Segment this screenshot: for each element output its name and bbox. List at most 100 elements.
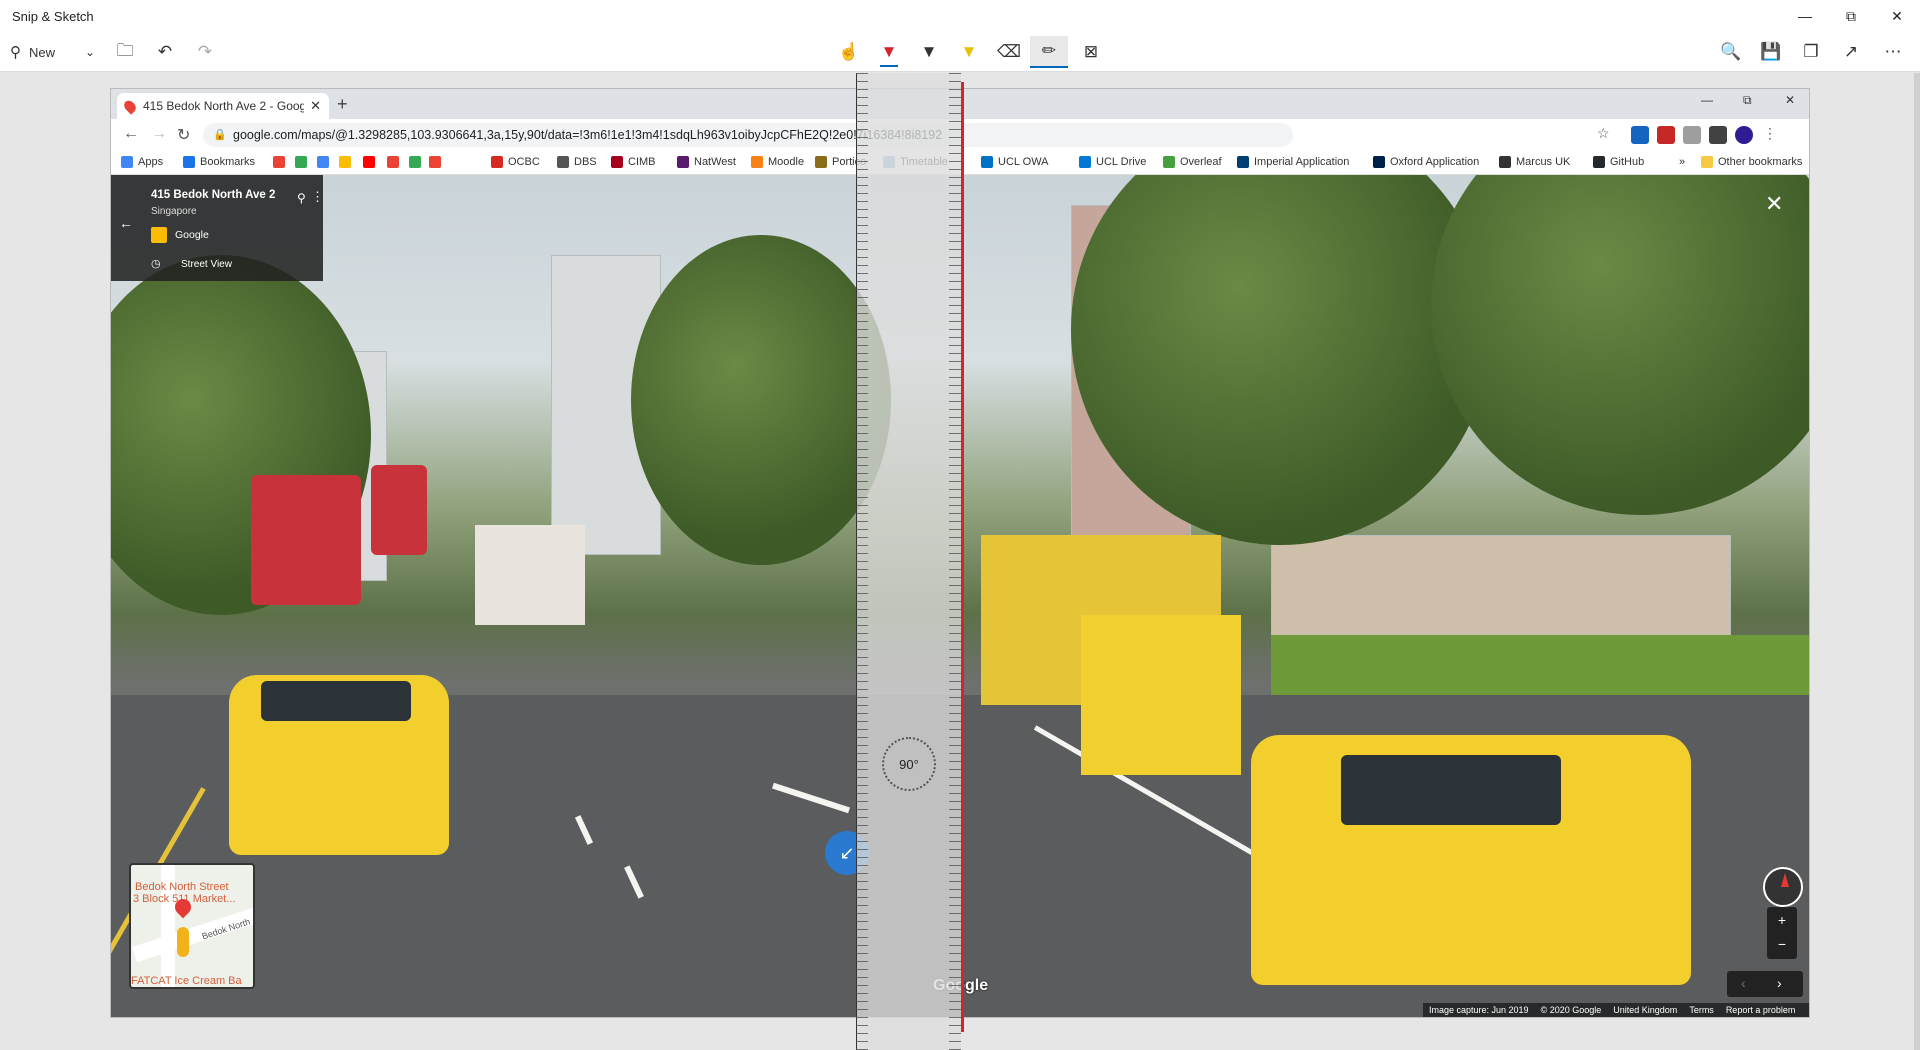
app-title: Snip & Sketch [12,8,94,24]
extension-generic-icon[interactable] [1683,126,1701,144]
chevron-down-icon[interactable]: ⌄ [80,36,100,68]
eraser-icon[interactable]: ⌫ [994,36,1024,68]
profile-avatar-icon[interactable] [1735,126,1753,144]
delivery-truck [475,525,585,625]
bookmark-favicon-icon [1373,156,1385,168]
zoom-in-icon[interactable]: + [1767,907,1797,933]
bookmark-label: UCL Drive [1096,156,1147,168]
other-bookmarks-label: Other bookmarks [1718,156,1803,168]
bookmark-item[interactable] [339,156,356,168]
bookmark-item[interactable] [363,156,380,168]
tab-maps[interactable]: 415 Bedok North Ave 2 - Google ✕ [117,93,329,119]
chrome-restore-icon[interactable]: ⧉ [1743,93,1752,108]
minimize-icon[interactable]: — [1782,0,1828,32]
redo-icon[interactable]: ↷ [192,36,218,68]
bookmark-favicon-icon [387,156,399,168]
map-label: Bedok North Street [135,881,229,893]
ballpoint-pen-icon[interactable]: ▼ [874,36,904,68]
bookmark-item[interactable]: Imperial Application [1237,156,1349,168]
bookmark-item[interactable] [295,156,312,168]
previous-image-icon[interactable]: ‹ [1741,975,1746,991]
new-tab-icon[interactable]: + [337,94,348,115]
bookmark-item[interactable]: Marcus UK [1499,156,1570,168]
copy-icon[interactable]: ❐ [1798,36,1824,68]
forward-icon[interactable]: → [151,125,167,143]
chrome-menu-icon[interactable]: ⋮ [1763,125,1777,142]
touch-writing-icon[interactable]: ☝ [836,36,862,68]
vertical-scrollbar[interactable] [1914,73,1920,1050]
bookmark-item[interactable]: Moodle [751,156,804,168]
ruler-ticks-right [949,73,961,1050]
highlighter-icon[interactable]: ▼ [954,36,984,68]
bookmark-item[interactable] [409,156,426,168]
bookmark-favicon-icon [815,156,827,168]
close-street-view-icon[interactable]: ✕ [1765,191,1783,217]
restore-icon[interactable]: ⧉ [1828,0,1874,32]
next-image-icon[interactable]: › [1777,975,1782,991]
ruler-tool[interactable]: 90° [856,73,961,1050]
app-titlebar: Snip & Sketch — ⧉ ✕ [0,0,1920,32]
taxi-windscreen [1341,755,1561,825]
zoom-icon[interactable]: 🔍 [1718,36,1744,68]
reload-icon[interactable]: ↻ [177,125,190,145]
more-icon[interactable]: ⋯ [1880,36,1906,68]
bookmark-label: Overleaf [1180,156,1222,168]
new-snip-button[interactable]: ⚲ New [10,36,72,68]
report-problem-link[interactable]: Report a problem [1726,1005,1796,1015]
bookmark-item[interactable]: GitHub [1593,156,1644,168]
bookmark-item[interactable] [387,156,404,168]
chrome-close-icon[interactable]: ✕ [1785,93,1795,107]
tab-close-icon[interactable]: ✕ [310,98,321,114]
ruler-angle-readout[interactable]: 90° [882,737,936,791]
bookmark-item[interactable]: Oxford Application [1373,156,1479,168]
crop-icon[interactable]: ⊠ [1076,36,1106,68]
undo-icon[interactable]: ↶ [152,36,178,68]
bookmark-favicon-icon [363,156,375,168]
share-icon[interactable]: ↗ [1838,36,1864,68]
bookmark-item[interactable]: UCL OWA [981,156,1049,168]
copyright: © 2020 Google [1540,1005,1602,1015]
location-pin-icon[interactable]: ⚲ [297,191,306,205]
maps-pin-icon [121,97,139,115]
terms-link[interactable]: Terms [1689,1005,1714,1015]
zoom-out-icon[interactable]: − [1767,933,1797,959]
chrome-minimize-icon[interactable]: — [1701,93,1713,107]
bookmark-item[interactable]: UCL Drive [1079,156,1146,168]
region-link[interactable]: United Kingdom [1613,1005,1677,1015]
mini-map[interactable]: Bedok North Street 3 Block 511 Market...… [129,863,255,989]
bookmark-label: OCBC [508,156,540,168]
clock-icon[interactable]: ◷ [151,257,161,270]
bookmark-item[interactable] [273,156,290,168]
bookmark-item[interactable] [429,156,446,168]
open-folder-icon[interactable]: 🗀 [112,36,138,68]
url-field[interactable]: 🔒 google.com/maps/@1.3298285,103.9306641… [203,123,1293,147]
save-icon[interactable]: 💾 [1758,36,1784,68]
bookmark-item[interactable]: OCBC [491,156,540,168]
bookmark-item[interactable] [317,156,334,168]
ruler-icon[interactable]: ✏ [1030,36,1068,68]
back-icon[interactable]: ← [123,125,139,143]
bookmarks-overflow-icon[interactable]: » [1679,156,1685,168]
extension-shield-icon[interactable] [1657,126,1675,144]
url-text: google.com/maps/@1.3298285,103.9306641,3… [233,128,943,142]
lorry-cab [1081,615,1241,775]
more-vert-icon[interactable]: ⋮ [311,189,324,205]
close-icon[interactable]: ✕ [1874,0,1920,32]
back-arrow-icon[interactable]: ← [119,215,133,231]
compass-icon[interactable] [1763,867,1803,907]
bookmark-label: DBS [574,156,597,168]
bookmark-item[interactable]: Apps [121,156,163,168]
attribution-bar: Image capture: Jun 2019 © 2020 Google Un… [1423,1003,1809,1017]
star-icon[interactable]: ☆ [1597,125,1610,142]
bookmark-item[interactable]: Bookmarks [183,156,255,168]
bookmark-item[interactable]: CIMB [611,156,656,168]
extension-calendar-icon[interactable] [1631,126,1649,144]
pencil-icon[interactable]: ▼ [914,36,944,68]
bookmark-item[interactable]: Overleaf [1163,156,1222,168]
bookmark-item[interactable]: NatWest [677,156,736,168]
other-bookmarks[interactable]: Other bookmarks [1701,156,1802,168]
pegman-icon[interactable] [177,927,189,957]
bookmark-item[interactable]: DBS [557,156,597,168]
bookmark-favicon-icon [491,156,503,168]
extension-cast-icon[interactable] [1709,126,1727,144]
